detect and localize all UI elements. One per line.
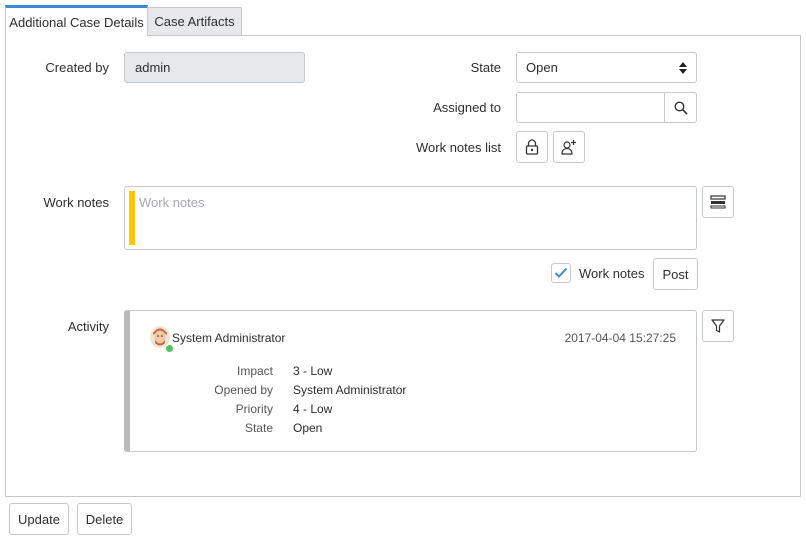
state-value: Open xyxy=(526,60,558,75)
activity-field-name: State xyxy=(244,421,273,435)
created-by-label: Created by xyxy=(45,60,109,75)
state-select[interactable]: Open xyxy=(516,52,697,83)
post-button[interactable]: Post xyxy=(653,258,698,290)
assigned-to-group xyxy=(516,92,697,123)
lock-icon xyxy=(525,139,539,155)
tab-label: Case Artifacts xyxy=(154,14,235,29)
list-toggle-icon xyxy=(710,195,726,209)
created-by-value: admin xyxy=(135,60,171,75)
work-notes-label: Work notes xyxy=(43,195,109,210)
work-notes-list-label: Work notes list xyxy=(415,140,501,155)
assigned-to-search-button[interactable] xyxy=(664,92,697,123)
activity-timestamp: 2017-04-04 15:27:25 xyxy=(564,331,676,345)
online-status-indicator xyxy=(165,344,174,353)
toggle-fields-button[interactable] xyxy=(702,186,734,218)
delete-button-label: Delete xyxy=(85,511,124,527)
search-icon xyxy=(673,100,688,115)
activity-field-value: System Administrator xyxy=(293,383,407,397)
activity-field-value: Open xyxy=(293,421,323,435)
activity-author: System Administrator xyxy=(172,331,286,345)
check-icon xyxy=(554,267,568,278)
post-button-label: Post xyxy=(662,266,689,282)
update-button[interactable]: Update xyxy=(9,503,69,535)
created-by-field: admin xyxy=(124,52,305,83)
activity-field-name: Impact xyxy=(236,364,273,378)
activity-field-name: Opened by xyxy=(214,383,273,397)
activity-filter-button[interactable] xyxy=(702,310,734,342)
delete-button[interactable]: Delete xyxy=(77,503,132,535)
work-notes-textarea[interactable]: Work notes xyxy=(124,186,697,250)
tab-case-artifacts[interactable]: Case Artifacts xyxy=(148,7,242,35)
state-label: State xyxy=(470,60,501,75)
assigned-to-input[interactable] xyxy=(516,92,664,123)
filter-icon xyxy=(711,319,725,333)
select-arrows-icon xyxy=(679,61,687,74)
update-button-label: Update xyxy=(18,511,60,527)
activity-label: Activity xyxy=(67,319,109,334)
add-user-icon xyxy=(561,140,576,155)
work-notes-placeholder: Work notes xyxy=(139,195,205,210)
work-notes-list-add-button[interactable] xyxy=(553,131,585,163)
assigned-to-label: Assigned to xyxy=(433,100,501,115)
work-notes-checkbox-label: Work notes xyxy=(579,266,645,281)
work-notes-checkbox[interactable] xyxy=(551,263,571,283)
work-notes-list-lock-button[interactable] xyxy=(516,131,548,163)
activity-field-name: Priority xyxy=(235,402,273,416)
mandatory-indicator xyxy=(129,191,135,245)
activity-field-value: 4 - Low xyxy=(293,402,333,416)
tab-additional-case-details[interactable]: Additional Case Details xyxy=(5,5,148,36)
activity-field-value: 3 - Low xyxy=(293,364,333,378)
tab-label: Additional Case Details xyxy=(9,14,144,30)
activity-entry: System Administrator 2017-04-04 15:27:25… xyxy=(124,310,697,452)
